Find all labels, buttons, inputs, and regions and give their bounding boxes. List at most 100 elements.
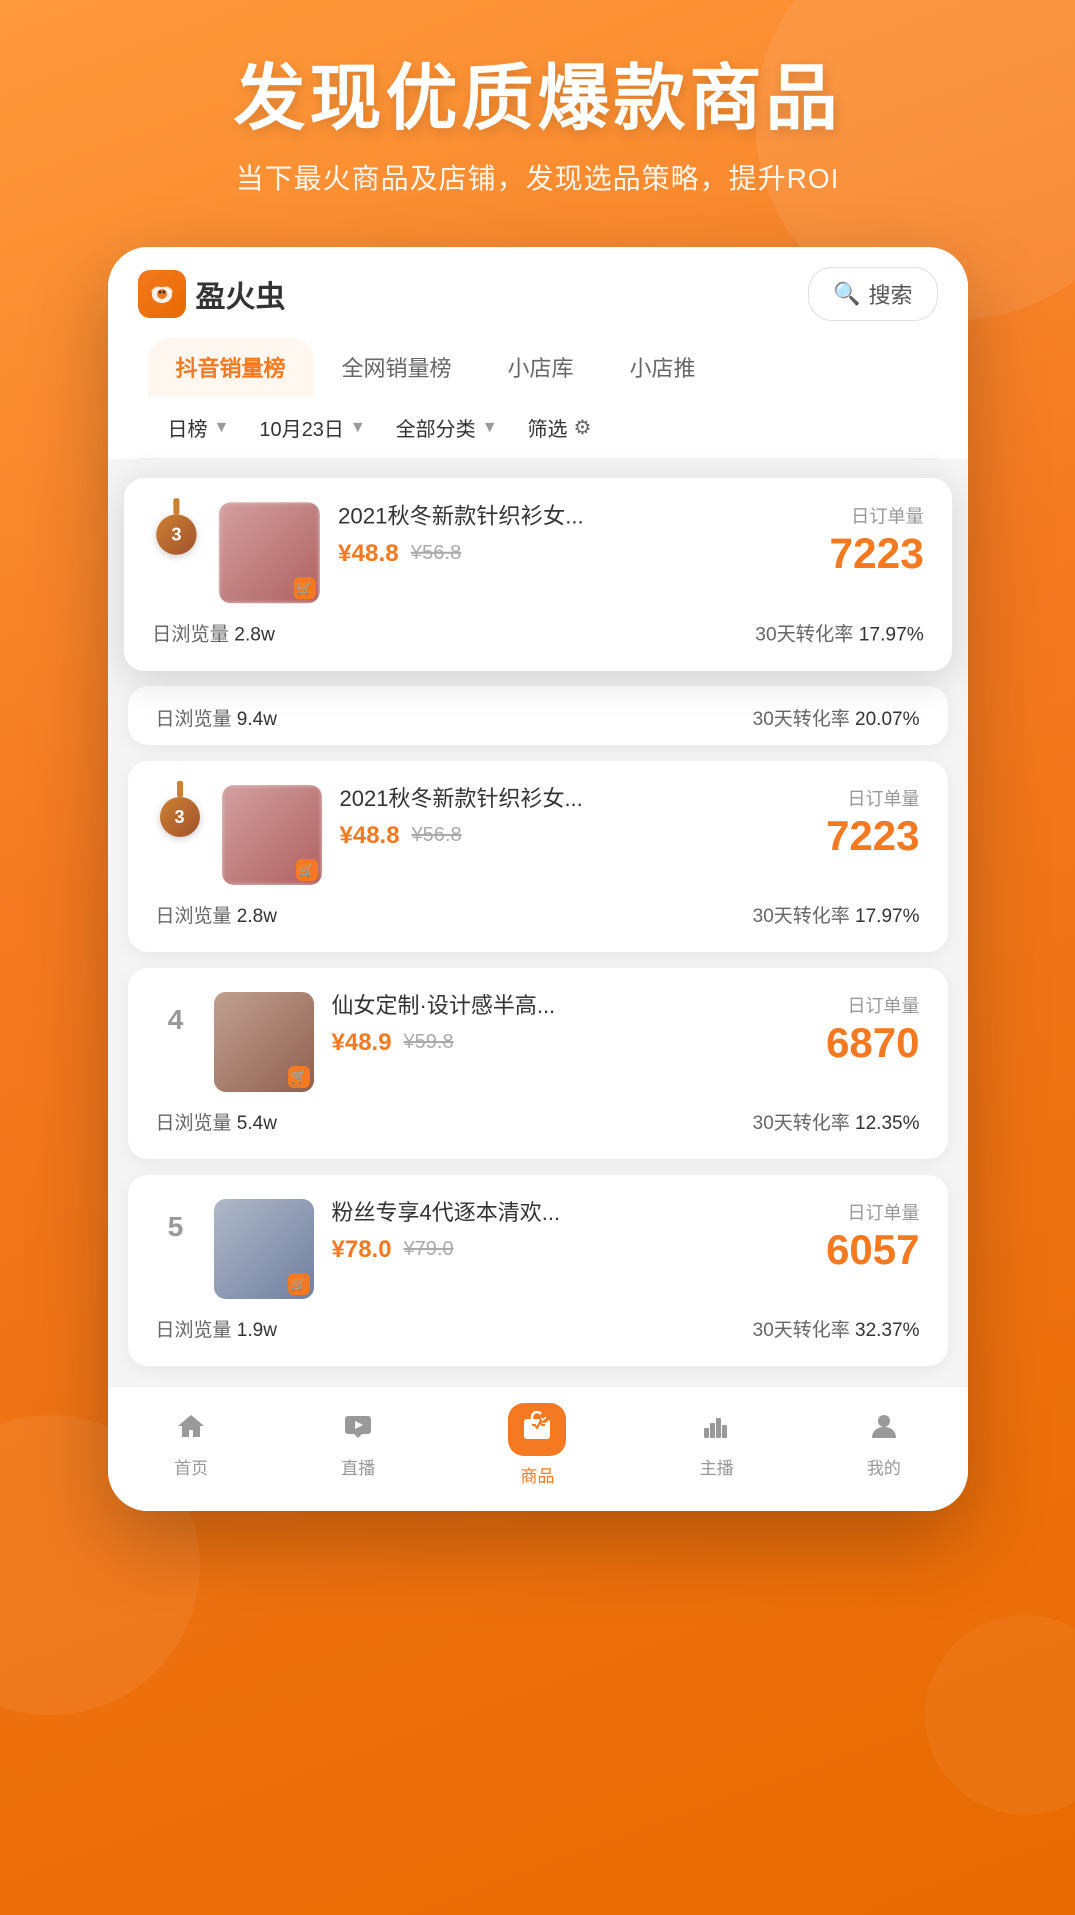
live-icon [343,1412,373,1448]
filter-daily[interactable]: 日榜 ▼ [168,413,230,442]
nav-item-mine[interactable]: 我的 [867,1412,901,1479]
order-count-3: 6870 [826,1019,919,1066]
product-info-featured: 2021秋冬新款针织衫女... ¥48.8 ¥56.8 [338,502,811,567]
price-current-3: ¥48.9 [332,1029,392,1057]
filter-advanced-icon: ⚙ [574,415,592,440]
filter-category-label: 全部分类 [396,413,476,442]
order-label-3: 日订单量 [826,992,919,1018]
product-stats-row-3: 日浏览量 5.4w 30天转化率 12.35% [156,1108,920,1135]
search-button[interactable]: 🔍 搜索 [808,267,937,321]
anchor-icon [702,1412,732,1448]
logo-text: 盈火虫 [196,272,286,316]
product-name-3: 仙女定制·设计感半高... [332,992,612,1021]
rank-badge-3: 4 [156,992,196,1036]
price-original-2: ¥56.8 [412,824,462,847]
medal-ribbon-2 [177,781,183,797]
bottom-nav: 首页 直播 [108,1386,968,1511]
rank-badge-4: 5 [156,1199,196,1243]
order-label-2: 日订单量 [826,785,919,811]
medal-body-2: 3 [160,797,200,837]
nav-item-product[interactable]: 商品 [508,1403,566,1487]
product-price-row-2: ¥48.8 ¥56.8 [340,822,809,850]
filter-category[interactable]: 全部分类 ▼ [396,413,498,442]
product-cart-icon-2: 🛒 [296,859,318,881]
filter-daily-arrow: ▼ [214,419,230,437]
order-label-4: 日订单量 [826,1199,919,1225]
conversion-featured: 30天转化率 17.97% [755,620,924,647]
hero-subtitle: 当下最火商品及店铺，发现选品策略，提升ROI [0,157,1075,197]
product-name-2: 2021秋冬新款针织衫女... [340,785,620,814]
order-label-featured: 日订单量 [829,502,923,528]
product-card-1-partial[interactable]: 日浏览量 9.4w 30天转化率 20.07% [128,686,948,745]
tab-shop-library[interactable]: 小店库 [480,337,602,397]
logo-icon [138,270,186,318]
rank-badge-featured: 3 [152,502,200,563]
product-card-4[interactable]: 5 🛒 粉丝专享4代逐本清欢... ¥78.0 ¥79.0 日订单量 6057 [128,1175,948,1366]
price-original-4: ¥79.0 [404,1238,454,1261]
order-count-2: 7223 [826,812,919,859]
tab-douyin-sales[interactable]: 抖音销量榜 [148,337,314,397]
app-tabs: 抖音销量榜 全网销量榜 小店库 小店推 [138,337,938,397]
search-label: 搜索 [868,278,912,310]
filter-date[interactable]: 10月23日 ▼ [259,413,365,442]
daily-views-partial: 日浏览量 9.4w [156,704,277,731]
product-image-2: 🛒 [222,785,322,885]
product-order-col-featured: 日订单量 7223 [829,502,923,575]
conversion-4: 30天转化率 32.37% [753,1315,920,1342]
product-price-row-4: ¥78.0 ¥79.0 [332,1236,809,1264]
daily-views-4: 日浏览量 1.9w [156,1315,277,1342]
product-stats-row-featured: 日浏览量 2.8w 30天转化率 17.97% [152,620,924,647]
product-name-featured: 2021秋冬新款针织衫女... [338,502,621,531]
filter-daily-label: 日榜 [168,413,208,442]
filter-advanced[interactable]: 筛选 ⚙ [528,413,592,442]
filter-category-arrow: ▼ [482,419,498,437]
product-main-row-3: 4 🛒 仙女定制·设计感半高... ¥48.9 ¥59.8 日订单量 6870 [156,992,920,1092]
conversion-2: 30天转化率 17.97% [753,901,920,928]
rank-medal-2: 3 [156,789,204,845]
price-original-featured: ¥56.8 [410,542,461,565]
price-current-featured: ¥48.8 [338,539,399,567]
product-info-3: 仙女定制·设计感半高... ¥48.9 ¥59.8 [332,992,809,1057]
product-image-featured: 🛒 [218,502,319,603]
filter-date-label: 10月23日 [259,413,344,442]
product-nav-bg [508,1403,566,1456]
nav-label-anchor: 主播 [700,1454,734,1479]
rank-number-3: 4 [168,996,184,1036]
app-mockup: 盈火虫 🔍 搜索 抖音销量榜 全网销量榜 小店库 小店推 [108,247,968,1511]
rank-badge-2: 3 [156,785,204,845]
product-info-4: 粉丝专享4代逐本清欢... ¥78.0 ¥79.0 [332,1199,809,1264]
product-cart-icon-featured: 🛒 [293,577,315,599]
product-card-featured[interactable]: 3 🛒 2021秋冬新款针织衫女... ¥48.8 ¥56.8 日订 [123,478,951,671]
product-stats-row-4: 日浏览量 1.9w 30天转化率 32.37% [156,1315,920,1342]
app-header: 盈火虫 🔍 搜索 抖音销量榜 全网销量榜 小店库 小店推 [108,247,968,459]
medal-ribbon [173,498,179,514]
product-cart-icon-4: 🛒 [288,1273,310,1295]
price-current-4: ¥78.0 [332,1236,392,1264]
hero-section: 发现优质爆款商品 当下最火商品及店铺，发现选品策略，提升ROI [0,0,1075,217]
nav-label-home: 首页 [174,1454,208,1479]
conversion-partial: 30天转化率 20.07% [753,704,920,731]
app-logo: 盈火虫 [138,270,286,318]
product-name-4: 粉丝专享4代逐本清欢... [332,1199,612,1228]
product-order-col-4: 日订单量 6057 [826,1199,919,1271]
product-image-4: 🛒 [214,1199,314,1299]
rank-medal-featured: 3 [152,507,200,564]
nav-label-live: 直播 [341,1454,375,1479]
filter-advanced-label: 筛选 [528,413,568,442]
nav-item-anchor[interactable]: 主播 [700,1412,734,1479]
product-info-2: 2021秋冬新款针织衫女... ¥48.8 ¥56.8 [340,785,809,850]
order-count-4: 6057 [826,1226,919,1273]
product-image-3: 🛒 [214,992,314,1092]
product-card-2[interactable]: 3 🛒 2021秋冬新款针织衫女... ¥48.8 ¥56.8 日订 [128,761,948,952]
tab-all-sales[interactable]: 全网销量榜 [314,337,480,397]
product-card-3[interactable]: 4 🛒 仙女定制·设计感半高... ¥48.9 ¥59.8 日订单量 6870 [128,968,948,1159]
medal-body: 3 [156,515,196,555]
tab-shop-push[interactable]: 小店推 [602,337,724,397]
price-original-3: ¥59.8 [404,1031,454,1054]
nav-item-home[interactable]: 首页 [174,1412,208,1479]
hero-title: 发现优质爆款商品 [0,60,1075,139]
nav-item-live[interactable]: 直播 [341,1412,375,1479]
product-stats-row-2: 日浏览量 2.8w 30天转化率 17.97% [156,901,920,928]
order-count-featured: 7223 [829,530,923,577]
daily-views-featured: 日浏览量 2.8w [152,620,275,647]
